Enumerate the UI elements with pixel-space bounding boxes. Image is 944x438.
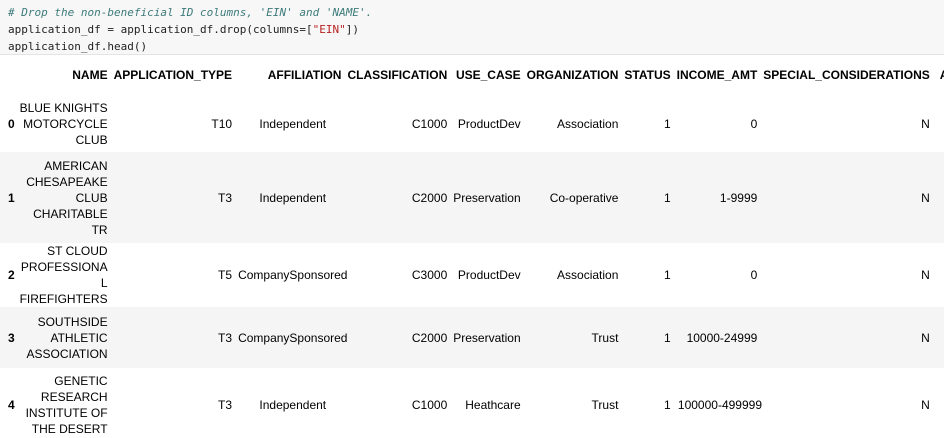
cell-classification: C1000 bbox=[411, 116, 448, 131]
cell-special-considerations: N bbox=[921, 116, 930, 131]
header-classification: CLASSIFICATION bbox=[347, 68, 448, 82]
dataframe-table: NAME APPLICATION_TYPE AFFILIATION CLASSI… bbox=[0, 55, 944, 438]
header-row: NAME APPLICATION_TYPE AFFILIATION CLASSI… bbox=[0, 55, 944, 95]
cell-income-amt: 10000-24999 bbox=[686, 330, 758, 345]
header-ask-amt-truncated: A bbox=[936, 55, 944, 95]
cell-income-amt: 0 bbox=[750, 268, 758, 282]
header-application-type: APPLICATION_TYPE bbox=[113, 68, 233, 82]
header-status: STATUS bbox=[624, 68, 671, 82]
cell-organization: Co-operative bbox=[549, 190, 619, 205]
cell-classification: C3000 bbox=[411, 268, 448, 282]
table-row: 1 AMERICAN CHESAPEAKE CLUB CHARITABLE TR… bbox=[0, 152, 944, 243]
cell-organization: Association bbox=[557, 116, 619, 131]
cell-name: BLUE KNIGHTS MOTORCYCLE CLUB bbox=[19, 100, 108, 147]
row-index: 2 bbox=[8, 268, 15, 282]
header-name: NAME bbox=[72, 68, 108, 82]
cell-use-case: ProductDev bbox=[457, 268, 521, 282]
row-index: 3 bbox=[8, 330, 15, 345]
table-row: 4 GENETIC RESEARCH INSTITUTE OF THE DESE… bbox=[0, 368, 944, 438]
cell-name: SOUTHSIDE ATHLETIC ASSOCIATION bbox=[26, 314, 108, 361]
cell-status: 1 bbox=[663, 116, 671, 131]
cell-income-amt: 1-9999 bbox=[719, 190, 758, 205]
table-row: 2 ST CLOUD PROFESSIONAL FIREFIGHTERS T5 … bbox=[0, 243, 944, 307]
cell-use-case: Preservation bbox=[453, 190, 521, 205]
cell-organization: Trust bbox=[591, 397, 619, 412]
cell-special-considerations: N bbox=[921, 330, 930, 345]
row-index: 4 bbox=[8, 397, 15, 412]
cell-classification: C1000 bbox=[411, 397, 448, 412]
dataframe-output: NAME APPLICATION_TYPE AFFILIATION CLASSI… bbox=[0, 55, 944, 438]
cell-truncated bbox=[936, 368, 944, 438]
cell-name: AMERICAN CHESAPEAKE CLUB CHARITABLE TR bbox=[26, 158, 108, 237]
table-row: 3 SOUTHSIDE ATHLETIC ASSOCIATION T3 Comp… bbox=[0, 307, 944, 368]
header-income-amt: INCOME_AMT bbox=[676, 68, 758, 82]
cell-truncated bbox=[936, 152, 944, 243]
code-cell[interactable]: # Drop the non-beneficial ID columns, 'E… bbox=[0, 0, 944, 55]
cell-classification: C2000 bbox=[411, 330, 448, 345]
cell-income-amt: 0 bbox=[750, 116, 758, 131]
table-row: 0 BLUE KNIGHTS MOTORCYCLE CLUB T10 Indep… bbox=[0, 95, 944, 152]
cell-use-case: ProductDev bbox=[457, 116, 521, 131]
cell-status: 1 bbox=[663, 268, 671, 282]
cell-application-type: T5 bbox=[218, 268, 233, 282]
code-drop-part1: application_df = application_df.drop(col… bbox=[8, 23, 313, 36]
cell-name: GENETIC RESEARCH INSTITUTE OF THE DESERT bbox=[25, 373, 108, 436]
cell-income-amt: 100000-499999 bbox=[677, 397, 762, 412]
code-drop-string: "EIN" bbox=[312, 23, 346, 36]
header-use-case: USE_CASE bbox=[455, 68, 521, 82]
header-affiliation: AFFILIATION bbox=[267, 68, 342, 82]
cell-special-considerations: N bbox=[921, 268, 930, 282]
code-comment: # Drop the non-beneficial ID columns, 'E… bbox=[8, 6, 373, 19]
cell-organization: Trust bbox=[591, 330, 619, 345]
cell-affiliation: Independent bbox=[259, 116, 327, 131]
cell-status: 1 bbox=[663, 190, 671, 205]
cell-special-considerations: N bbox=[921, 397, 930, 412]
cell-truncated bbox=[936, 243, 944, 307]
cell-use-case: Heathcare bbox=[465, 397, 521, 412]
cell-truncated bbox=[936, 95, 944, 152]
cell-application-type: T3 bbox=[218, 190, 233, 205]
cell-application-type: T3 bbox=[218, 330, 233, 345]
header-organization: ORGANIZATION bbox=[526, 68, 619, 82]
cell-application-type: T10 bbox=[211, 116, 233, 131]
cell-classification: C2000 bbox=[411, 190, 448, 205]
header-index bbox=[0, 55, 15, 95]
cell-truncated bbox=[936, 307, 944, 368]
cell-affiliation: CompanySponsored bbox=[238, 330, 348, 345]
header-special-considerations: SPECIAL_CONSIDERATIONS bbox=[763, 68, 930, 82]
cell-status: 1 bbox=[663, 397, 671, 412]
code-drop-part2: ]) bbox=[345, 23, 360, 36]
cell-name: ST CLOUD PROFESSIONAL FIREFIGHTERS bbox=[19, 244, 108, 306]
cell-affiliation: Independent bbox=[259, 190, 327, 205]
code-line-drop: application_df = application_df.drop(col… bbox=[8, 21, 936, 38]
cell-special-considerations: N bbox=[921, 190, 930, 205]
row-index: 0 bbox=[8, 116, 15, 131]
cell-organization: Association bbox=[557, 268, 619, 282]
cell-affiliation: Independent bbox=[259, 397, 327, 412]
cell-affiliation: CompanySponsored bbox=[238, 268, 348, 282]
code-line-head: application_df.head() bbox=[8, 40, 148, 53]
cell-use-case: Preservation bbox=[453, 330, 521, 345]
cell-status: 1 bbox=[663, 330, 671, 345]
row-index: 1 bbox=[8, 190, 15, 205]
cell-application-type: T3 bbox=[218, 397, 233, 412]
